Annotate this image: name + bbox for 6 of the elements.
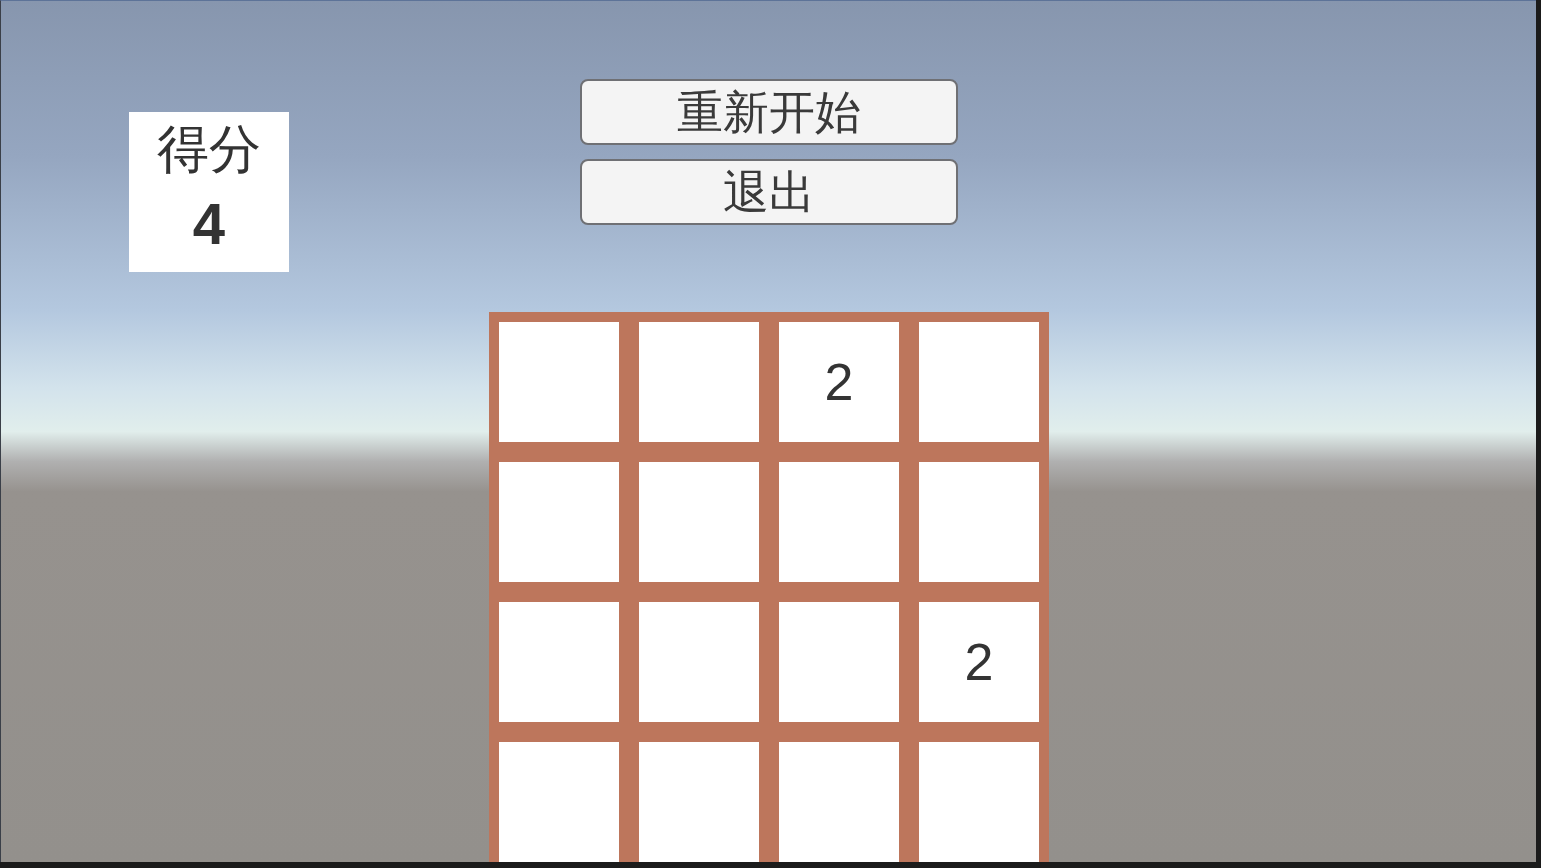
restart-button[interactable]: 重新开始 <box>580 79 958 145</box>
board-tile: 2 <box>779 322 899 442</box>
board-tile: 2 <box>919 602 1039 722</box>
quit-button[interactable]: 退出 <box>580 159 958 225</box>
score-value: 4 <box>192 192 226 256</box>
score-label: 得分 <box>157 119 261 180</box>
